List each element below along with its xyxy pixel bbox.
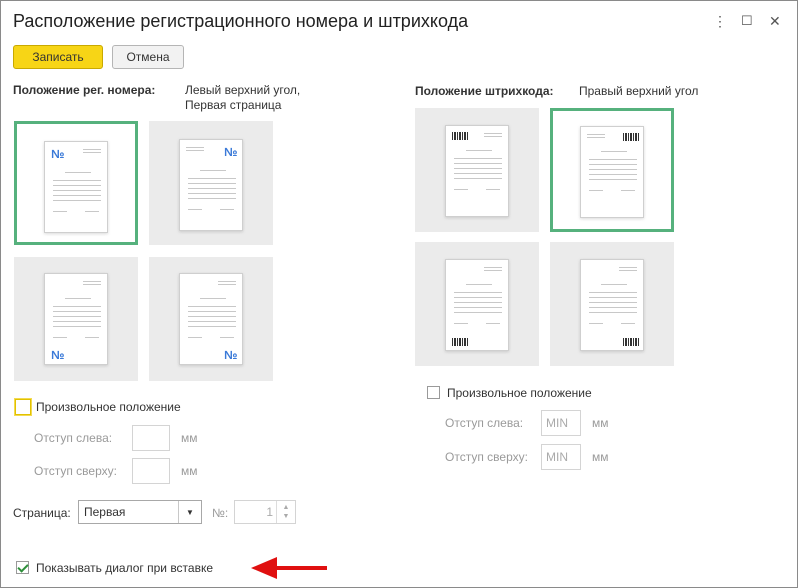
show-dialog-checkbox[interactable] (16, 561, 29, 574)
reg-position-bottom-right[interactable]: № (149, 257, 273, 381)
reg-number-position-value-line1: Левый верхний угол, (185, 83, 301, 97)
page-number-input[interactable]: 1 ▲ ▼ (234, 500, 296, 524)
dialog-window: Расположение регистрационного номера и ш… (0, 0, 798, 588)
page-thumbnail: № (179, 139, 243, 231)
barcode-offset-top-input[interactable]: MIN (541, 444, 581, 470)
show-dialog-label: Показывать диалог при вставке (36, 561, 214, 575)
maximize-icon[interactable]: ☐ (741, 13, 753, 29)
number-glyph-icon: № (51, 147, 65, 161)
number-glyph-icon: № (224, 145, 238, 159)
close-icon[interactable]: ✕ (769, 13, 781, 29)
stepper-up-icon[interactable]: ▲ (283, 503, 290, 512)
reg-custom-position-label: Произвольное положение (36, 400, 181, 414)
page-thumbnail (445, 125, 509, 217)
stepper-down-icon[interactable]: ▼ (283, 512, 290, 521)
page-select-value: Первая (84, 505, 126, 519)
barcode-offset-left-input[interactable]: MIN (541, 410, 581, 436)
page-thumbnail (445, 259, 509, 351)
red-arrow-icon (251, 557, 327, 579)
reg-offset-top-label: Отступ сверху: (34, 464, 117, 478)
reg-offset-left-unit: мм (181, 431, 198, 445)
save-button[interactable]: Записать (13, 45, 103, 69)
cancel-button[interactable]: Отмена (112, 45, 184, 69)
reg-number-position-value-line2: Первая страница (185, 98, 282, 112)
page-label: Страница: (13, 506, 71, 520)
barcode-icon (452, 338, 468, 346)
page-number-stepper[interactable]: ▲ ▼ (276, 501, 295, 523)
more-icon[interactable]: ⋮ (713, 13, 727, 29)
barcode-position-bottom-left[interactable] (415, 242, 539, 366)
barcode-position-top-left[interactable] (415, 108, 539, 232)
reg-position-top-left[interactable]: № (14, 121, 138, 245)
barcode-position-top-right[interactable] (550, 108, 674, 232)
barcode-icon (452, 132, 468, 140)
barcode-custom-position-checkbox[interactable] (427, 386, 440, 399)
reg-position-bottom-left[interactable]: № (14, 257, 138, 381)
reg-number-position-label: Положение рег. номера: (13, 83, 156, 97)
barcode-icon (623, 338, 639, 346)
barcode-offset-left-label: Отступ слева: (445, 416, 524, 430)
reg-offset-top-unit: мм (181, 464, 198, 478)
page-number-value: 1 (266, 505, 273, 519)
chevron-down-icon[interactable]: ▼ (178, 501, 201, 523)
page-thumbnail: № (44, 141, 108, 233)
reg-offset-left-input[interactable] (132, 425, 170, 451)
barcode-position-label: Положение штрихкода: (415, 84, 554, 98)
barcode-offset-top-unit: мм (592, 450, 609, 464)
barcode-offset-top-label: Отступ сверху: (445, 450, 528, 464)
barcode-position-bottom-right[interactable] (550, 242, 674, 366)
reg-position-top-right[interactable]: № (149, 121, 273, 245)
barcode-position-value: Правый верхний угол (579, 84, 699, 98)
reg-custom-position-checkbox[interactable] (15, 399, 31, 415)
barcode-icon (623, 133, 639, 141)
page-thumbnail (580, 126, 644, 218)
page-thumbnail: № (179, 273, 243, 365)
barcode-custom-position-label: Произвольное положение (447, 386, 592, 400)
number-glyph-icon: № (51, 348, 65, 362)
dialog-title: Расположение регистрационного номера и ш… (13, 11, 469, 31)
barcode-offset-left-unit: мм (592, 416, 609, 430)
page-thumbnail: № (44, 273, 108, 365)
reg-offset-top-input[interactable] (132, 458, 170, 484)
page-thumbnail (580, 259, 644, 351)
number-glyph-icon: № (224, 348, 238, 362)
page-number-label: №: (212, 506, 229, 520)
reg-offset-left-label: Отступ слева: (34, 431, 113, 445)
page-select[interactable]: Первая ▼ (78, 500, 202, 524)
